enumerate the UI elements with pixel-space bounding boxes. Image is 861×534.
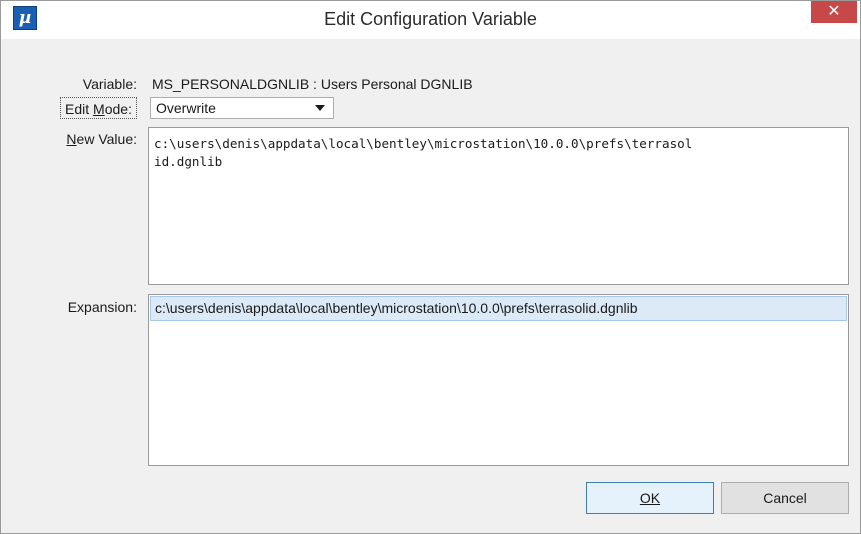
expansion-list-item[interactable]: c:\users\denis\appdata\local\bentley\mic… — [150, 296, 847, 321]
expansion-list[interactable]: c:\users\denis\appdata\local\bentley\mic… — [148, 294, 849, 466]
edit-mode-label-post: ode: — [104, 101, 132, 117]
variable-label: Variable: — [82, 76, 137, 92]
edit-mode-label-pre: Edit — [65, 101, 94, 117]
new-value-textarea[interactable]: c:\users\denis\appdata\local\bentley\mic… — [148, 127, 849, 285]
title-bar[interactable]: µ Edit Configuration Variable ✕ — [1, 1, 860, 39]
edit-mode-selected-value: Overwrite — [156, 100, 216, 116]
ok-button[interactable]: OK — [586, 482, 714, 514]
ok-button-label: OK — [639, 490, 661, 506]
close-button[interactable]: ✕ — [811, 1, 857, 23]
dialog-window: µ Edit Configuration Variable ✕ Variable… — [0, 0, 861, 534]
chevron-down-icon — [315, 105, 325, 111]
cancel-button[interactable]: Cancel — [721, 482, 849, 514]
edit-mode-label: Edit Mode: — [60, 97, 137, 119]
dialog-title: Edit Configuration Variable — [324, 9, 537, 29]
edit-mode-dropdown[interactable]: Overwrite — [150, 97, 334, 119]
expansion-label: Expansion: — [67, 299, 137, 315]
new-value-label-accesskey: N — [66, 131, 77, 147]
new-value-label: New Value: — [1, 131, 137, 147]
new-value-label-post: ew Value: — [76, 131, 137, 147]
close-icon: ✕ — [827, 3, 841, 20]
variable-value: MS_PERSONALDGNLIB : Users Personal DGNLI… — [152, 76, 473, 92]
edit-mode-label-accesskey: M — [93, 101, 105, 117]
